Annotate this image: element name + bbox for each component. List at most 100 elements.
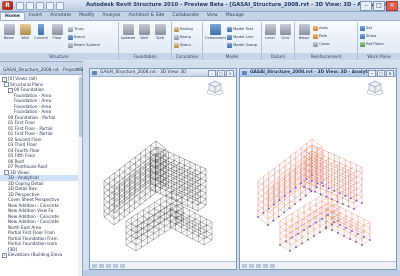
model-wireframe-view[interactable] — [90, 77, 236, 261]
grid-button[interactable]: Grid — [278, 24, 292, 51]
view-title-bar: GASAI_Structure_2008.rvt - 3D View: 3D –… — [90, 69, 236, 77]
browser-scrollbar-thumb[interactable] — [78, 77, 82, 137]
view-close-button[interactable]: × — [226, 69, 234, 77]
ribbon: Beam Wall Column Floor Truss Brace Beam … — [0, 20, 400, 62]
model-text-button[interactable]: Model Text — [227, 25, 253, 32]
path-reinforcement-button[interactable]: Path — [313, 32, 327, 39]
window-title: Autodesk Revit Structure 2010 - Preview … — [86, 2, 390, 8]
brace-icon — [68, 34, 73, 40]
view-3d[interactable]: GASAI_Structure_2008.rvt - 3D View: 3D –… — [89, 68, 237, 270]
brace-button[interactable]: Brace — [68, 33, 85, 40]
undo-icon[interactable] — [36, 2, 44, 10]
tab-analyze[interactable]: Analyze — [98, 12, 124, 20]
expand-icon[interactable]: + — [2, 252, 7, 258]
detail-level-icon[interactable] — [99, 263, 104, 268]
grid-icon — [279, 24, 291, 35]
beam-system-icon — [68, 42, 73, 48]
area-reinforcement-icon — [313, 25, 318, 31]
scale-icon[interactable] — [242, 263, 247, 268]
show-work-plane-button[interactable]: Show — [360, 32, 376, 39]
stairs-button[interactable]: Stairs — [174, 41, 191, 48]
ref-plane-icon — [360, 41, 365, 47]
tab-manage[interactable]: Manage — [222, 12, 248, 20]
visual-style-icon[interactable] — [256, 263, 261, 268]
shadows-icon[interactable] — [113, 263, 118, 268]
rebar-button[interactable]: Rebar — [297, 24, 311, 51]
tree-item[interactable]: + Elevations (Building Eleva — [0, 252, 82, 258]
panel-title-reinforcement: Reinforcement — [295, 53, 357, 60]
tab-architect-site[interactable]: Architect & Site — [124, 12, 168, 20]
cover-button[interactable]: Cover — [313, 40, 330, 47]
panel-title-model: Model — [203, 53, 261, 60]
ramp-button[interactable]: Ramp — [174, 33, 191, 40]
close-icon[interactable]: × — [76, 67, 80, 74]
slab-button[interactable]: Slab — [153, 24, 167, 51]
crop-icon[interactable] — [120, 263, 125, 268]
model-line-button[interactable]: Model Line — [227, 33, 254, 40]
truss-icon — [68, 26, 73, 32]
panel-title-structure: Structure — [0, 53, 118, 60]
truss-button[interactable]: Truss — [68, 25, 84, 32]
sync-icon[interactable] — [56, 2, 64, 10]
wall-button[interactable]: Wall — [18, 24, 32, 51]
slab-icon — [154, 24, 166, 35]
panel-structure: Beam Wall Column Floor Truss Brace Beam … — [0, 22, 119, 60]
foundation-wall-button[interactable]: Wall — [137, 24, 151, 51]
model-line-icon — [227, 34, 232, 40]
view-minimize-button[interactable]: – — [208, 69, 216, 77]
view-control-bar — [240, 261, 396, 269]
tab-view[interactable]: View — [203, 12, 222, 20]
redo-icon[interactable] — [46, 2, 54, 10]
view-maximize-button[interactable]: □ — [377, 69, 385, 77]
minimize-button[interactable]: – — [360, 1, 372, 11]
panel-circulation: Railing Ramp Stairs Circulation — [172, 22, 203, 60]
app-menu-button[interactable]: R — [2, 1, 13, 10]
tab-collaborate[interactable]: Collaborate — [168, 12, 202, 20]
model-group-button[interactable]: Model Group — [227, 41, 257, 48]
view-minimize-button[interactable]: – — [368, 69, 376, 77]
browser-scrollbar[interactable] — [78, 75, 82, 276]
close-button[interactable]: × — [386, 1, 398, 11]
railing-button[interactable]: Railing — [174, 25, 193, 32]
scale-icon[interactable] — [92, 263, 97, 268]
save-icon[interactable] — [26, 2, 34, 10]
title-bar: R Autodesk Revit Structure 2010 - Previe… — [0, 0, 400, 12]
view-3d-analytical[interactable]: GASAI_Structure_2008.rvt - 3D View: 3D -… — [239, 68, 397, 270]
area-reinforcement-button[interactable]: Area — [313, 24, 328, 31]
3d-view-icon — [92, 70, 97, 75]
view-close-button[interactable]: × — [386, 69, 394, 77]
panel-foundation: Isolated Wall Slab Foundation — [119, 22, 172, 60]
detail-level-icon[interactable] — [249, 263, 254, 268]
crop-icon[interactable] — [270, 263, 275, 268]
shadows-icon[interactable] — [263, 263, 268, 268]
panel-title-circulation: Circulation — [172, 53, 202, 60]
floor-button[interactable]: Floor — [50, 24, 64, 51]
tab-modify[interactable]: Modify — [75, 12, 98, 20]
ref-plane-button[interactable]: Ref Plane — [360, 40, 384, 47]
viewcube-icon[interactable] — [206, 80, 224, 96]
viewcube-icon[interactable] — [366, 80, 384, 96]
quick-access-toolbar — [16, 2, 64, 10]
set-work-plane-button[interactable]: Set — [360, 24, 372, 31]
tab-annotate[interactable]: Annotate — [46, 12, 75, 20]
component-button[interactable]: Component — [205, 24, 226, 51]
level-button[interactable]: Level — [263, 24, 277, 51]
visual-style-icon[interactable] — [106, 263, 111, 268]
panel-datum: Level Grid Datum — [262, 22, 295, 60]
project-browser: GASAI_Structure_2008.rvt - Project Brows… — [0, 67, 97, 276]
cover-icon — [313, 41, 318, 47]
column-button[interactable]: Column — [34, 24, 48, 51]
set-work-plane-icon — [360, 25, 365, 31]
isolated-button[interactable]: Isolated — [121, 24, 135, 51]
path-reinforcement-icon — [313, 33, 318, 39]
panel-title-work-plane: Work Plane — [358, 53, 400, 60]
beam-system-button[interactable]: Beam System — [68, 41, 100, 48]
maximize-button[interactable]: □ — [373, 1, 385, 11]
wall-icon — [19, 24, 31, 35]
tab-insert[interactable]: Insert — [25, 12, 46, 20]
analytical-model-view[interactable] — [240, 77, 396, 261]
view-maximize-button[interactable]: □ — [217, 69, 225, 77]
beam-button[interactable]: Beam — [2, 24, 16, 51]
open-icon[interactable] — [16, 2, 24, 10]
revit-window: R Autodesk Revit Structure 2010 - Previe… — [0, 0, 400, 276]
